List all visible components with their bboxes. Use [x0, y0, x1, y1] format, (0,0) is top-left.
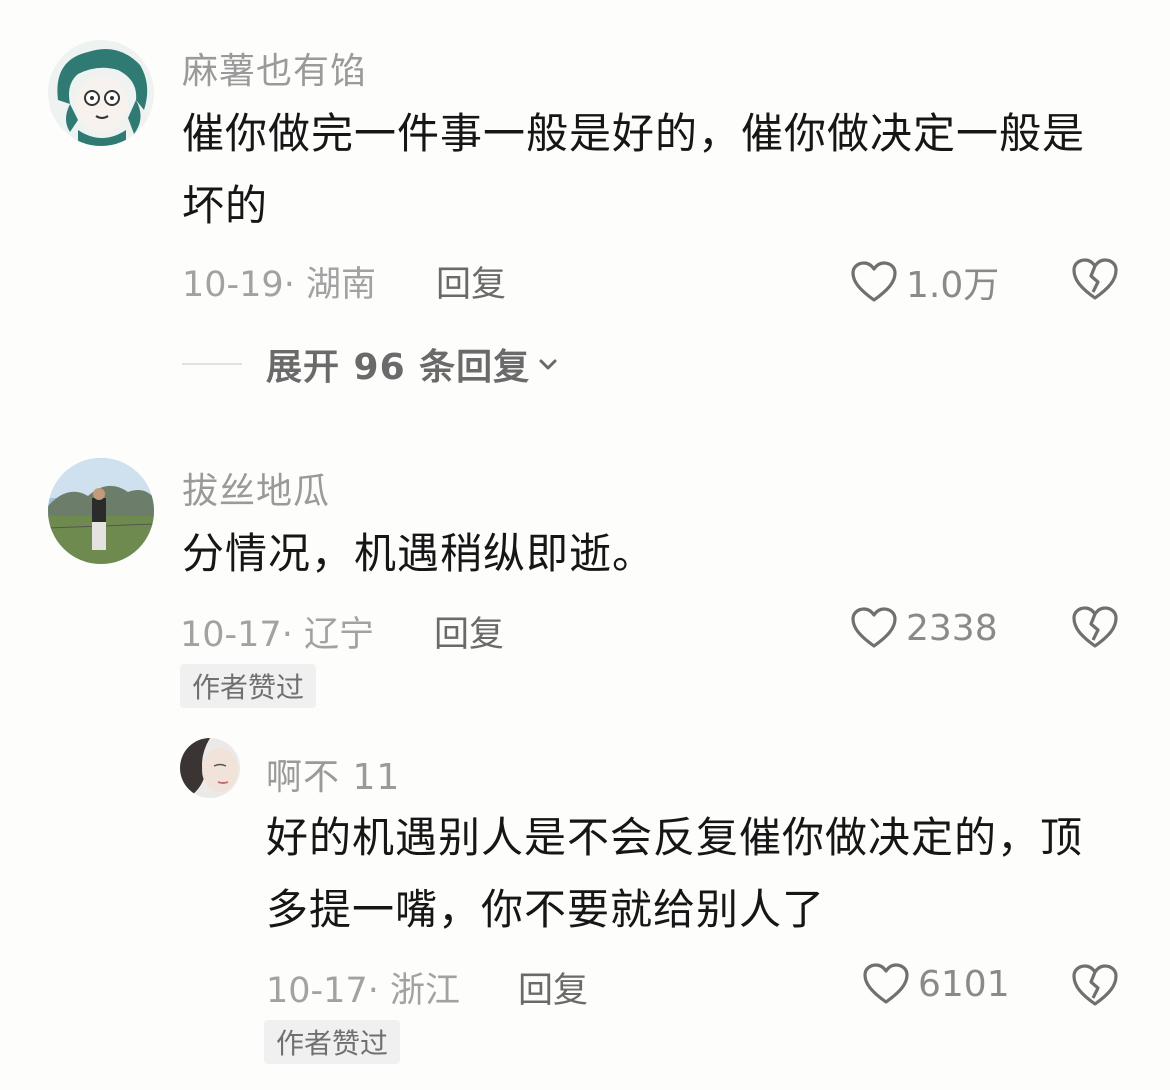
- comment-date-location: 10-17· 浙江: [266, 971, 460, 1011]
- reply-item: 啊不 11 好的机遇别人是不会反复催你做决定的，顶多提一嘴，你不要就给别人了 1…: [0, 0, 1170, 1090]
- dislike-button[interactable]: [1070, 962, 1120, 1008]
- avatar[interactable]: [180, 738, 240, 798]
- comment-text: 好的机遇别人是不会反复催你做决定的，顶多提一嘴，你不要就给别人了: [266, 813, 1084, 934]
- reply-button[interactable]: 回复: [518, 962, 588, 1013]
- portrait-face-avatar-icon: [180, 738, 240, 798]
- username[interactable]: 啊不 11: [266, 748, 400, 800]
- like-button[interactable]: 6101: [862, 962, 1010, 1006]
- broken-heart-icon: [1072, 964, 1118, 1006]
- author-liked-badge: 作者赞过: [264, 1020, 401, 1064]
- heart-outline-icon: [863, 963, 909, 1004]
- like-count: 6101: [918, 963, 1010, 1005]
